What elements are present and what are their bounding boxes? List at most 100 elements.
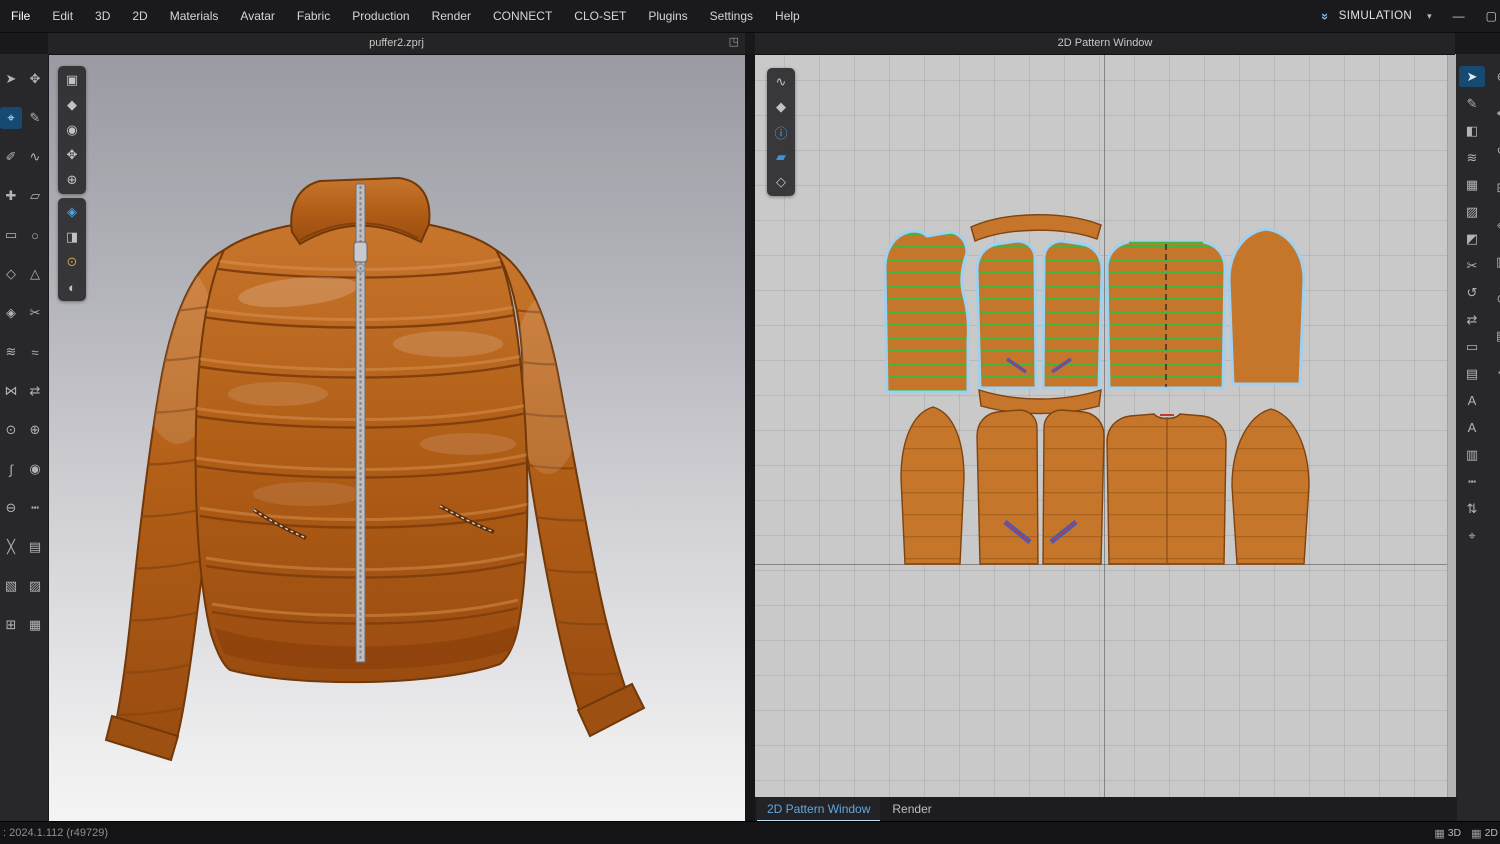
menu-avatar[interactable]: Avatar — [229, 0, 285, 32]
pattern-piece-sleeve-bottom-left[interactable] — [900, 406, 965, 565]
menu-plugins[interactable]: Plugins — [637, 0, 698, 32]
menu-3d[interactable]: 3D — [84, 0, 121, 32]
pattern-piece-front-left-top[interactable] — [975, 239, 1038, 390]
transform-pattern-icon[interactable]: ⌖ — [0, 107, 22, 129]
avatar-display-icon[interactable]: ⊙ — [60, 251, 84, 273]
texture-editor-icon[interactable]: ▨ — [24, 575, 46, 597]
simulation-expand-icon[interactable]: » — [1319, 12, 1334, 19]
edit-pattern-icon[interactable]: ✎ — [24, 107, 46, 129]
measure-tape-icon[interactable]: ▤ — [24, 536, 46, 558]
snap-icon[interactable]: ◈ — [1490, 214, 1500, 235]
badge-2d-window[interactable]: ▦ 2D — [1471, 827, 1498, 840]
options-icon[interactable]: ▤ — [1490, 325, 1500, 346]
fit-view-icon[interactable]: ⊞ — [1490, 177, 1500, 198]
dart-tool-icon[interactable]: ◇ — [0, 263, 22, 285]
circle-tool-icon[interactable]: ○ — [24, 224, 46, 246]
layer-icon[interactable]: ▤ — [1459, 363, 1485, 384]
tab-render[interactable]: Render — [882, 797, 941, 822]
simulation-caret-icon[interactable]: ▾ — [1421, 11, 1438, 22]
show-topstitch-icon[interactable]: ┅ — [1459, 471, 1485, 492]
guide-icon[interactable]: ▥ — [1490, 251, 1500, 272]
panel-divider[interactable] — [745, 32, 755, 822]
reset-arrangement-icon[interactable]: ↺ — [1459, 282, 1485, 303]
show-base-pattern-icon[interactable]: ◇ — [769, 171, 793, 193]
buttonhole-tool-icon[interactable]: ⊖ — [0, 497, 22, 519]
topstitch-tool-icon[interactable]: ┅ — [24, 497, 46, 519]
menu-materials[interactable]: Materials — [159, 0, 230, 32]
menu-render[interactable]: Render — [421, 0, 482, 32]
2d-pattern-canvas[interactable]: ∿ ◆ ⓘ ▰ ◇ — [755, 54, 1447, 797]
mirror-pattern-icon[interactable]: ⇄ — [1459, 309, 1485, 330]
zipper-pull[interactable] — [353, 241, 368, 263]
cut-tool-icon[interactable]: ✂ — [24, 302, 46, 324]
menu-connect[interactable]: CONNECT — [482, 0, 563, 32]
select-2d-icon[interactable]: ➤ — [1459, 66, 1485, 87]
menu-help[interactable]: Help — [764, 0, 811, 32]
pattern-piece-collar[interactable] — [970, 214, 1102, 242]
environment-globe-icon[interactable]: ◐ — [60, 276, 84, 298]
avatar-size-icon[interactable]: ⊕ — [60, 169, 84, 191]
show-grid-icon[interactable]: ▦ — [1459, 174, 1485, 195]
show-pattern-3d-icon[interactable]: ◨ — [60, 226, 84, 248]
grading-tool-icon[interactable]: ▧ — [0, 575, 22, 597]
pattern-piece-sleeve-bottom-right[interactable] — [1231, 408, 1310, 565]
edit-point-icon[interactable]: ✐ — [0, 146, 22, 168]
show-seamline-icon[interactable]: ▭ — [1459, 336, 1485, 357]
show-garment-icon[interactable]: ◆ — [60, 94, 84, 116]
show-sewing-icon[interactable]: ≋ — [1459, 147, 1485, 168]
edit-curvature-icon[interactable]: ∿ — [24, 146, 46, 168]
pattern-info-icon[interactable]: ⓘ — [769, 121, 793, 143]
pattern-scrollbar[interactable] — [1447, 54, 1456, 797]
trace-tool-icon[interactable]: ◈ — [0, 302, 22, 324]
fold-arrangement-icon[interactable]: ⇄ — [24, 380, 46, 402]
polygon-tool-icon[interactable]: ▱ — [24, 185, 46, 207]
print-layout-icon[interactable]: ⊞ — [0, 614, 22, 636]
3d-viewport[interactable]: ▣ ◆ ◉ ✥ ⊕ ◈ ◨ ⊙ ◐ — [48, 54, 745, 822]
tab-2d-pattern-window[interactable]: 2D Pattern Window — [757, 797, 881, 822]
undock-panel-icon[interactable]: ◳ — [729, 35, 739, 48]
menu-2d[interactable]: 2D — [121, 0, 158, 32]
cut-pattern-icon[interactable]: ✂ — [1459, 255, 1485, 276]
pin-tool-icon[interactable]: ⊙ — [0, 419, 22, 441]
edit-sewing-icon[interactable]: ✎ — [1459, 93, 1485, 114]
show-fabric-icon[interactable]: ▰ — [769, 146, 793, 168]
notch-tool-icon[interactable]: △ — [24, 263, 46, 285]
menu-file[interactable]: File — [0, 0, 41, 32]
show-garment-2d-icon[interactable]: ◆ — [769, 96, 793, 118]
simulation-label[interactable]: SIMULATION — [1339, 10, 1412, 22]
pattern-piece-front-right-top[interactable] — [1041, 239, 1104, 390]
sewing-check-icon[interactable]: ⋈ — [0, 380, 22, 402]
flip-vertical-icon[interactable]: ⇅ — [1459, 498, 1485, 519]
jacket-zipper[interactable] — [353, 183, 368, 663]
lock-icon[interactable]: ⊙ — [1490, 288, 1500, 309]
measure-2d-icon[interactable]: ⌖ — [1459, 525, 1485, 546]
pan-tool-icon[interactable]: ✥ — [1490, 103, 1500, 124]
zipper-tool-icon[interactable]: ∫ — [0, 458, 22, 480]
rotate-view-icon[interactable]: ↺ — [1490, 140, 1500, 161]
basting-tool-icon[interactable]: ╳ — [0, 536, 22, 558]
pattern-3d-sync-icon[interactable]: ◧ — [1459, 120, 1485, 141]
show-avatar-icon[interactable]: ◉ — [60, 119, 84, 141]
menu-fabric[interactable]: Fabric — [286, 0, 341, 32]
3d-panel-title-bar[interactable]: puffer2.zprj ◳ — [48, 32, 745, 55]
menu-clo-set[interactable]: CLO-SET — [563, 0, 637, 32]
fabric-strip-icon[interactable]: ▦ — [24, 614, 46, 636]
tack-tool-icon[interactable]: ⊕ — [24, 419, 46, 441]
select-tool-icon[interactable]: ➤ — [0, 68, 22, 90]
annotation-text-icon[interactable]: A — [1459, 390, 1485, 411]
restore-button[interactable]: ▢ — [1480, 9, 1500, 23]
menu-edit[interactable]: Edit — [41, 0, 84, 32]
avatar-walk-icon[interactable]: ✥ — [24, 68, 46, 90]
zoom-tool-icon[interactable]: ⊕ — [1490, 66, 1500, 87]
menu-settings[interactable]: Settings — [699, 0, 764, 32]
view-cube-icon[interactable]: ▣ — [60, 69, 84, 91]
minimize-button[interactable]: — — [1447, 9, 1471, 23]
add-point-icon[interactable]: ✚ — [0, 185, 22, 207]
ruler-icon[interactable]: ▥ — [1459, 444, 1485, 465]
show-pattern-mesh-icon[interactable]: ▨ — [1459, 201, 1485, 222]
pattern-piece-back-top-left[interactable] — [883, 229, 970, 394]
free-sewing-icon[interactable]: ≈ — [24, 341, 46, 363]
2d-panel-title-bar[interactable]: 2D Pattern Window — [755, 32, 1455, 55]
edit-2d-stitch-icon[interactable]: ∿ — [769, 71, 793, 93]
show-clothes-icon[interactable]: ◈ — [60, 201, 84, 223]
